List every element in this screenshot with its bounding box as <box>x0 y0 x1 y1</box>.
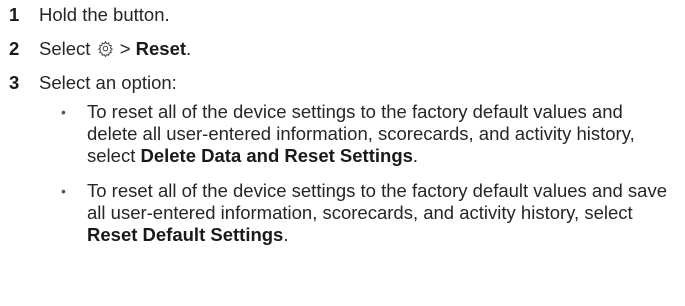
option-suffix: . <box>412 145 419 166</box>
step-suffix: . <box>186 38 192 59</box>
option-description: To reset all of the device settings to t… <box>87 180 668 223</box>
step-prefix: Select <box>39 38 91 59</box>
gear-icon <box>97 40 113 57</box>
step-number: 2 <box>9 38 20 59</box>
option-list: • To reset all of the device settings to… <box>61 101 677 259</box>
step-1: 1 Hold the button. <box>9 4 679 26</box>
list-item: • To reset all of the device settings to… <box>61 101 677 167</box>
step-separator: > <box>119 38 131 59</box>
step-2: 2 Select > Reset. <box>9 38 679 60</box>
option-text: To reset all of the device settings to t… <box>87 180 677 246</box>
reset-label: Reset <box>135 38 187 59</box>
step-text: Hold the button. <box>39 4 170 25</box>
list-item: • To reset all of the device settings to… <box>61 180 677 246</box>
option-text: To reset all of the device settings to t… <box>87 101 677 167</box>
step-3: 3 Select an option: <box>9 72 679 94</box>
option-suffix: . <box>283 224 289 245</box>
bullet-marker: • <box>61 104 66 120</box>
option-label: Delete Data and Reset Settings <box>140 145 413 166</box>
step-text: Select an option: <box>39 72 177 93</box>
step-text: Select > Reset. <box>39 38 679 60</box>
step-number: 1 <box>9 4 20 25</box>
instruction-steps: 1 Hold the button. 2 Select > Reset. 3 S… <box>9 4 679 106</box>
option-label: Reset Default Settings <box>87 224 284 245</box>
step-number: 3 <box>9 72 20 93</box>
bullet-marker: • <box>61 183 66 199</box>
